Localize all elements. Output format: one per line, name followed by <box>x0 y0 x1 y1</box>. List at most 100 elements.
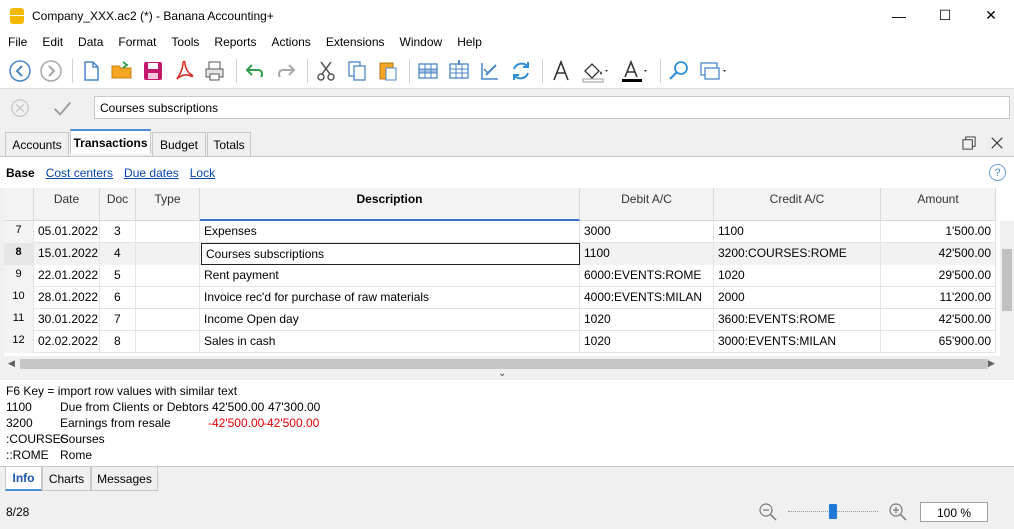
menu-window[interactable]: Window <box>392 35 450 49</box>
tab-budget[interactable]: Budget <box>152 132 206 156</box>
splitter-handle-icon[interactable]: ⌄ <box>498 368 506 379</box>
cell-doc[interactable]: 5 <box>100 265 136 287</box>
cell-debit[interactable]: 1100 <box>580 243 714 265</box>
cell-debit[interactable]: 6000:EVENTS:ROME <box>580 265 714 287</box>
cell-amount[interactable]: 42'500.00 <box>881 243 996 265</box>
zoom-in-icon[interactable] <box>888 502 908 522</box>
menu-extensions[interactable]: Extensions <box>318 35 392 49</box>
cell-date[interactable]: 05.01.2022 <box>34 221 100 243</box>
cell-debit[interactable]: 1020 <box>580 331 714 353</box>
text-format-icon[interactable] <box>547 57 575 85</box>
table-row[interactable]: 11 30.01.2022 7 Income Open day 1020 360… <box>4 309 996 331</box>
redo-icon[interactable] <box>272 57 300 85</box>
zoom-slider-thumb[interactable] <box>829 504 837 519</box>
cell-type[interactable] <box>136 243 200 265</box>
tab-transactions[interactable]: Transactions <box>70 129 151 154</box>
cell-amount[interactable]: 1'500.00 <box>881 221 996 243</box>
menu-actions[interactable]: Actions <box>263 35 317 49</box>
cell-type[interactable] <box>136 221 200 243</box>
cell-description[interactable]: Sales in cash <box>200 331 580 353</box>
cell-doc[interactable]: 4 <box>100 243 136 265</box>
cell-date[interactable]: 22.01.2022 <box>34 265 100 287</box>
undock-icon[interactable] <box>958 132 980 154</box>
cell-doc[interactable]: 6 <box>100 287 136 309</box>
cell-date[interactable]: 02.02.2022 <box>34 331 100 353</box>
new-file-icon[interactable] <box>77 57 105 85</box>
cell-description[interactable]: Expenses <box>200 221 580 243</box>
cell-credit[interactable]: 1100 <box>714 221 881 243</box>
add-row-icon[interactable] <box>414 57 442 85</box>
cell-doc[interactable]: 7 <box>100 309 136 331</box>
cut-icon[interactable] <box>312 57 340 85</box>
column-header-description[interactable]: Description <box>200 188 580 221</box>
menu-tools[interactable]: Tools <box>163 35 206 49</box>
insert-row-icon[interactable] <box>445 57 473 85</box>
menu-reports[interactable]: Reports <box>206 35 263 49</box>
edit-row-icon[interactable] <box>476 57 504 85</box>
help-icon[interactable]: ? <box>989 164 1006 181</box>
cell-amount[interactable]: 65'900.00 <box>881 331 996 353</box>
undo-icon[interactable] <box>241 57 269 85</box>
fill-color-icon[interactable] <box>578 57 614 85</box>
menu-format[interactable]: Format <box>110 35 163 49</box>
cell-debit[interactable]: 1020 <box>580 309 714 331</box>
paste-icon[interactable] <box>374 57 402 85</box>
tab-charts[interactable]: Charts <box>42 467 91 491</box>
cell-amount[interactable]: 29'500.00 <box>881 265 996 287</box>
tab-info[interactable]: Info <box>5 467 42 491</box>
table-row[interactable]: 12 02.02.2022 8 Sales in cash 1020 3000:… <box>4 331 996 353</box>
cell-date[interactable]: 28.01.2022 <box>34 287 100 309</box>
open-folder-icon[interactable] <box>108 57 136 85</box>
column-header-doc[interactable]: Doc <box>100 188 136 221</box>
zoom-level[interactable]: 100 % <box>920 502 988 522</box>
column-header-credit[interactable]: Credit A/C <box>714 188 881 221</box>
confirm-edit-icon[interactable] <box>48 94 76 122</box>
vertical-scroll-thumb[interactable] <box>1002 249 1012 311</box>
cell-credit[interactable]: 3000:EVENTS:MILAN <box>714 331 881 353</box>
cell-amount[interactable]: 42'500.00 <box>881 309 996 331</box>
forward-icon[interactable] <box>37 57 65 85</box>
back-icon[interactable] <box>6 57 34 85</box>
cell-description[interactable]: Rent payment <box>200 265 580 287</box>
tab-messages[interactable]: Messages <box>91 467 158 491</box>
cell-doc[interactable]: 8 <box>100 331 136 353</box>
view-lock[interactable]: Lock <box>190 166 215 180</box>
menu-file[interactable]: File <box>0 35 34 49</box>
view-cost-centers[interactable]: Cost centers <box>46 166 113 180</box>
close-window-button[interactable]: ✕ <box>968 0 1014 31</box>
cell-doc[interactable]: 3 <box>100 221 136 243</box>
cell-description[interactable]: Income Open day <box>200 309 580 331</box>
tab-totals[interactable]: Totals <box>207 132 251 156</box>
cell-debit[interactable]: 3000 <box>580 221 714 243</box>
cell-type[interactable] <box>136 331 200 353</box>
view-base[interactable]: Base <box>6 166 35 180</box>
cell-debit[interactable]: 4000:EVENTS:MILAN <box>580 287 714 309</box>
copy-icon[interactable] <box>343 57 371 85</box>
search-icon[interactable] <box>665 57 693 85</box>
minimize-button[interactable]: — <box>876 0 922 31</box>
font-color-icon[interactable] <box>617 57 653 85</box>
column-header-debit[interactable]: Debit A/C <box>580 188 714 221</box>
menu-data[interactable]: Data <box>70 35 110 49</box>
cell-type[interactable] <box>136 287 200 309</box>
cell-edit-input[interactable] <box>94 96 1010 119</box>
cell-date[interactable]: 15.01.2022 <box>34 243 100 265</box>
tab-accounts[interactable]: Accounts <box>5 132 69 156</box>
cell-credit[interactable]: 3200:COURSES:ROME <box>714 243 881 265</box>
menu-edit[interactable]: Edit <box>34 35 70 49</box>
table-row[interactable]: 10 28.01.2022 6 Invoice rec'd for purcha… <box>4 287 996 309</box>
panel-splitter[interactable]: ⌄ <box>0 368 1014 380</box>
vertical-scrollbar[interactable] <box>1000 221 1014 356</box>
window-switch-icon[interactable] <box>696 57 732 85</box>
cell-type[interactable] <box>136 309 200 331</box>
menu-help[interactable]: Help <box>449 35 489 49</box>
close-table-icon[interactable] <box>986 132 1008 154</box>
cancel-edit-icon[interactable] <box>6 94 34 122</box>
scroll-left-icon[interactable]: ◀ <box>8 358 15 369</box>
cell-credit[interactable]: 2000 <box>714 287 881 309</box>
cell-type[interactable] <box>136 265 200 287</box>
table-row[interactable]: 7 05.01.2022 3 Expenses 3000 1100 1'500.… <box>4 221 996 243</box>
table-row[interactable]: 9 22.01.2022 5 Rent payment 6000:EVENTS:… <box>4 265 996 287</box>
cell-description-focused[interactable]: Courses subscriptions <box>201 243 580 265</box>
view-due-dates[interactable]: Due dates <box>124 166 179 180</box>
